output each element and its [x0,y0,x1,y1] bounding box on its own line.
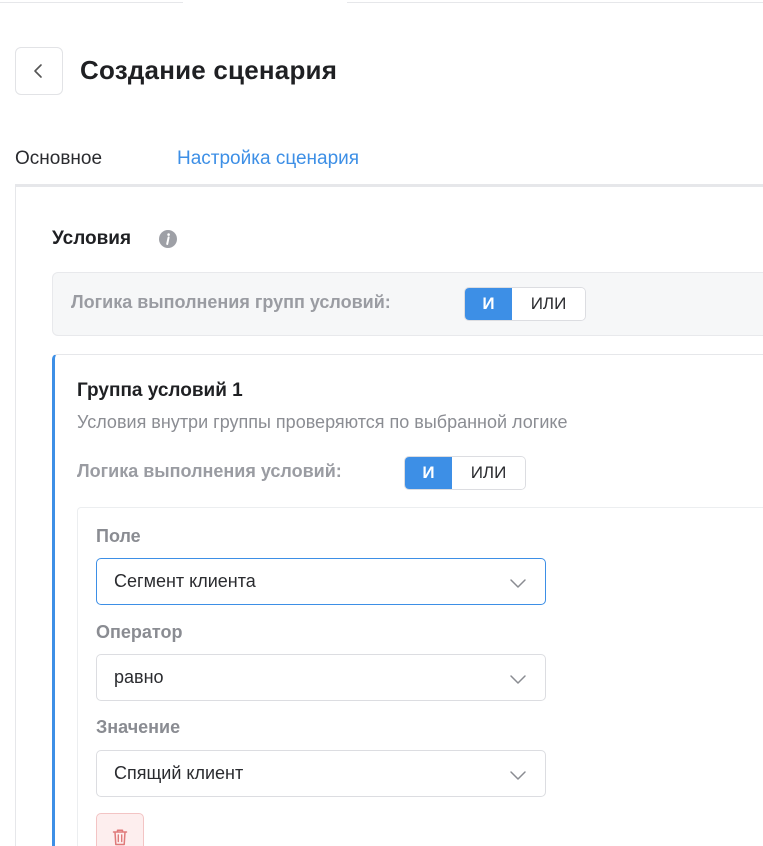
back-button[interactable] [15,47,63,95]
top-tab-segment [183,0,347,3]
value-label: Значение [96,717,181,737]
info-icon[interactable] [158,229,178,249]
groups-logic-label: Логика выполнения групп условий: [71,292,391,312]
conditions-logic-and-option[interactable]: И [405,457,452,489]
group-title: Группа условий 1 [77,380,243,401]
value-select-value: Спящий клиент [114,763,244,783]
operator-select[interactable]: равно [96,654,546,701]
chevron-down-icon [510,675,526,684]
group-description: Условия внутри группы проверяются по выб… [77,412,568,432]
groups-logic-or-option[interactable]: ИЛИ [512,288,585,320]
tabs: Основное Настройка сценария [0,140,763,188]
value-select[interactable]: Спящий клиент [96,750,546,797]
tab-scenario-setup[interactable]: Настройка сценария [177,148,359,170]
field-label: Поле [96,526,141,546]
chevron-down-icon [510,771,526,780]
app-root: Создание сценария Основное Настройка сце… [0,0,763,846]
conditions-logic-or-option[interactable]: ИЛИ [452,457,525,489]
chevron-down-icon [510,579,526,588]
section-title: Условия [52,228,132,249]
groups-logic-and-option[interactable]: И [465,288,512,320]
top-tab-strip [0,0,763,3]
conditions-logic-toggle: И ИЛИ [404,456,526,490]
delete-condition-button[interactable] [96,813,144,846]
trash-icon [112,829,128,846]
field-select-value: Сегмент клиента [114,571,256,591]
operator-select-value: равно [114,667,164,687]
conditions-logic-label: Логика выполнения условий: [77,461,342,481]
page-title: Создание сценария [80,55,338,85]
groups-logic-toggle: И ИЛИ [464,287,586,321]
operator-label: Оператор [96,622,183,642]
tab-basic[interactable]: Основное [15,148,102,170]
field-select[interactable]: Сегмент клиента [96,558,546,605]
chevron-left-icon [34,64,42,78]
